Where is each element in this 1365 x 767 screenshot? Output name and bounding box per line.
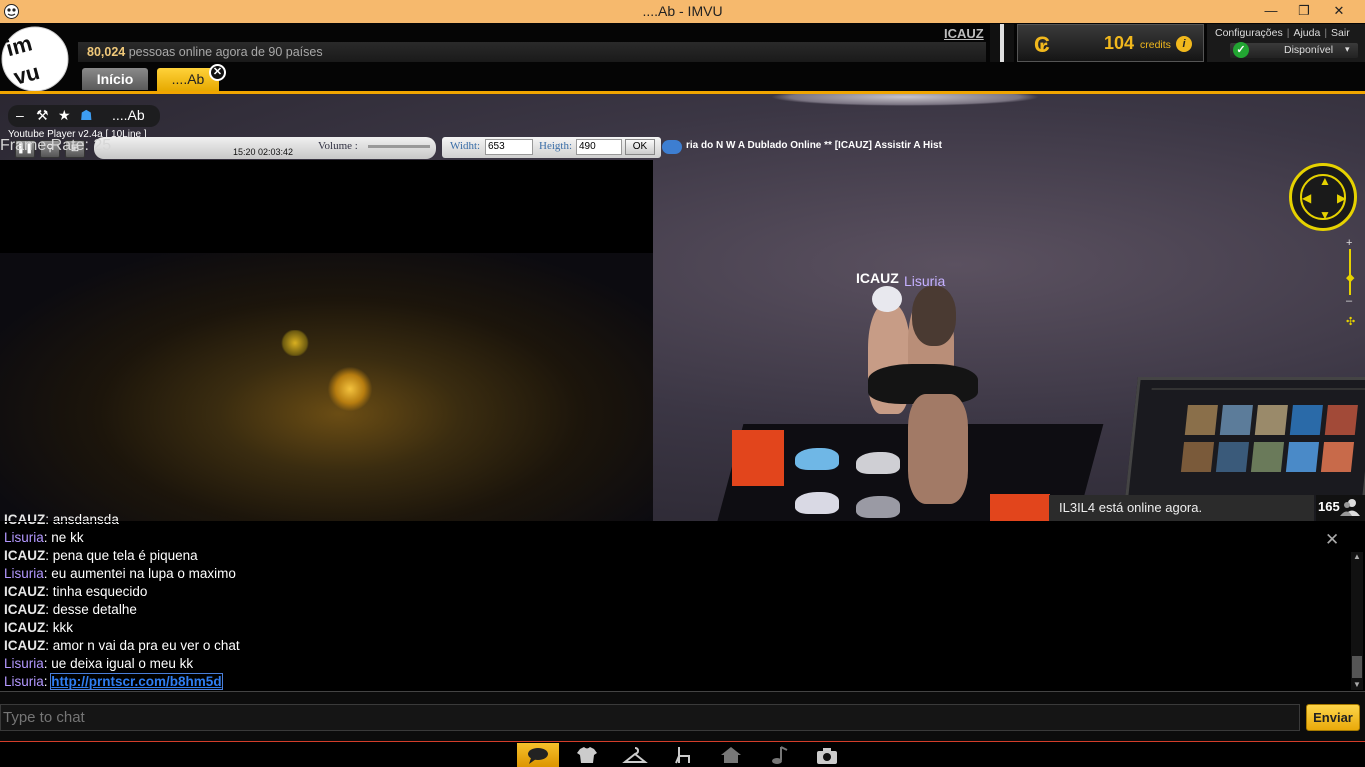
- title-bar: ....Ab - IMVU — ❐ ✕: [0, 0, 1365, 23]
- room-name: ....Ab: [112, 107, 145, 123]
- header-divider: [990, 24, 1014, 62]
- chat-clip: [0, 521, 1340, 522]
- username-link[interactable]: ICAUZ: [944, 26, 984, 41]
- volume-label: Volume :: [318, 140, 358, 152]
- sneaker: [856, 496, 900, 518]
- people-icon[interactable]: ☗: [80, 107, 93, 124]
- chat-icon[interactable]: [517, 743, 559, 767]
- scroll-up-icon[interactable]: ▲: [1352, 552, 1362, 561]
- logout-link[interactable]: Sair: [1331, 27, 1350, 39]
- zoom-out-icon[interactable]: –: [1346, 295, 1352, 307]
- youtube-video-area[interactable]: [0, 160, 653, 521]
- imvu-window: ....Ab - IMVU — ❐ ✕ im vu 80,024 pessoas…: [0, 0, 1365, 767]
- arrow-up-icon[interactable]: ▲: [1319, 174, 1331, 188]
- camera-nav-ring[interactable]: ▲ ▼ ◀ ▶: [1289, 163, 1357, 231]
- chat-message: ICAUZ: tinha esquecido: [4, 584, 148, 599]
- video-highlight: [280, 330, 310, 356]
- height-input[interactable]: 490: [576, 139, 622, 155]
- online-rest: pessoas online agora de 90 países: [125, 45, 323, 59]
- chat-link[interactable]: http://prntscr.com/b8hm5d: [50, 673, 223, 690]
- sneaker: [795, 492, 839, 514]
- send-button[interactable]: Enviar: [1306, 704, 1360, 731]
- close-chat-icon[interactable]: ✕: [1325, 530, 1339, 550]
- credits-label: credits: [1140, 39, 1171, 51]
- credits-value: 104: [1104, 33, 1135, 53]
- chat-message: ICAUZ: pena que tela é piquena: [4, 548, 198, 563]
- close-tab-icon[interactable]: ✕: [209, 64, 226, 81]
- hammer-icon[interactable]: ⚒: [36, 107, 49, 124]
- music-icon[interactable]: [758, 743, 800, 767]
- scroll-down-icon[interactable]: ▼: [1352, 680, 1362, 689]
- shirt-icon[interactable]: [566, 743, 608, 767]
- width-label: Widht:: [450, 140, 481, 152]
- help-link[interactable]: Ajuda: [1293, 27, 1320, 39]
- avatar-hair: [912, 286, 956, 346]
- participants-count: 165: [1318, 499, 1340, 514]
- chat-message: Lisuria: ue deixa igual o meu kk: [4, 656, 194, 671]
- close-window-button[interactable]: ✕: [1320, 0, 1358, 23]
- chat-message: ICAUZ: ansdansda: [4, 512, 119, 527]
- settings-link[interactable]: Configurações: [1215, 27, 1283, 39]
- sneaker: [795, 448, 839, 470]
- shoe-box: [990, 494, 1050, 521]
- home-icon[interactable]: [710, 743, 752, 767]
- width-input[interactable]: 653: [485, 139, 533, 155]
- online-count: 80,024: [87, 45, 126, 59]
- video-frame: [0, 253, 653, 521]
- window-title: ....Ab - IMVU: [642, 3, 723, 19]
- ok-button[interactable]: OK: [625, 139, 655, 155]
- video-highlight: [328, 366, 372, 412]
- height-label: Heigth:: [539, 140, 572, 152]
- chat-input[interactable]: [0, 704, 1300, 731]
- available-check-icon: ✓: [1233, 42, 1249, 58]
- chair-icon[interactable]: [662, 743, 704, 767]
- hanger-icon[interactable]: [614, 743, 656, 767]
- chat-message: Lisuria: eu aumentei na lupa o maximo: [4, 566, 236, 581]
- arrow-down-icon[interactable]: ▼: [1319, 208, 1331, 222]
- minimize-icon[interactable]: –: [16, 107, 24, 123]
- chat-message: Lisuria: ne kk: [4, 530, 84, 545]
- room-toolbar: – ⚒ ★ ☗ ....Ab: [8, 105, 160, 127]
- recenter-icon[interactable]: ✣: [1346, 315, 1355, 328]
- maximize-button[interactable]: ❐: [1285, 0, 1323, 23]
- video-size-controls: Widht: 653 Heigth: 490 OK: [442, 137, 661, 158]
- ceiling-decoration: [770, 94, 1040, 106]
- avatar-name-icauz: ICAUZ: [856, 270, 899, 286]
- zoom-slider[interactable]: + ◆ – ✣: [1340, 237, 1360, 332]
- notification-text: IL3IL4 está online agora.: [1059, 500, 1203, 515]
- zoom-handle[interactable]: ◆: [1346, 271, 1354, 284]
- credits-box[interactable]: ₢ 104 credits i: [1017, 24, 1204, 62]
- frame-rate: Frame Rate: 25: [0, 137, 112, 154]
- volume-slider[interactable]: [368, 145, 430, 148]
- status-text: Disponível: [1284, 44, 1334, 56]
- avatar-name-lisuria: Lisuria: [904, 273, 946, 289]
- video-title-marquee: ria do N W A Dublado Online ** [ICAUZ] A…: [686, 140, 942, 151]
- avatar-hair: [872, 286, 902, 312]
- arrow-left-icon[interactable]: ◀: [1302, 191, 1311, 205]
- tab-home[interactable]: Início: [82, 68, 148, 90]
- chat-message: Lisuria: http://prntscr.com/b8hm5d: [4, 673, 223, 690]
- arrow-right-icon[interactable]: ▶: [1337, 191, 1346, 205]
- shoe-box: [732, 430, 784, 486]
- chevron-down-icon[interactable]: ▾: [1345, 44, 1350, 55]
- avatar-legs: [908, 394, 968, 504]
- zoom-in-icon[interactable]: +: [1346, 237, 1352, 249]
- chat-message: ICAUZ: amor n vai da pra eu ver o chat: [4, 638, 240, 653]
- info-icon[interactable]: i: [1176, 36, 1192, 52]
- chat-log[interactable]: [0, 521, 1365, 691]
- sneaker: [856, 452, 900, 474]
- toggle-icon[interactable]: [662, 140, 682, 154]
- video-time: 15:20 02:03:42: [233, 147, 294, 157]
- online-status-text: 80,024 pessoas online agora de 90 países: [87, 45, 323, 59]
- imvu-logo[interactable]: im vu: [0, 25, 70, 93]
- camera-icon[interactable]: [806, 743, 848, 767]
- star-icon[interactable]: ★: [58, 107, 71, 124]
- people-icon: [1340, 499, 1360, 516]
- credits-icon: ₢: [1034, 32, 1050, 57]
- chat-message: ICAUZ: kkk: [4, 620, 74, 635]
- account-links: Configurações | Ajuda | Sair: [1215, 27, 1350, 39]
- scrollbar-thumb[interactable]: [1352, 656, 1362, 678]
- chat-message: ICAUZ: desse detalhe: [4, 602, 137, 617]
